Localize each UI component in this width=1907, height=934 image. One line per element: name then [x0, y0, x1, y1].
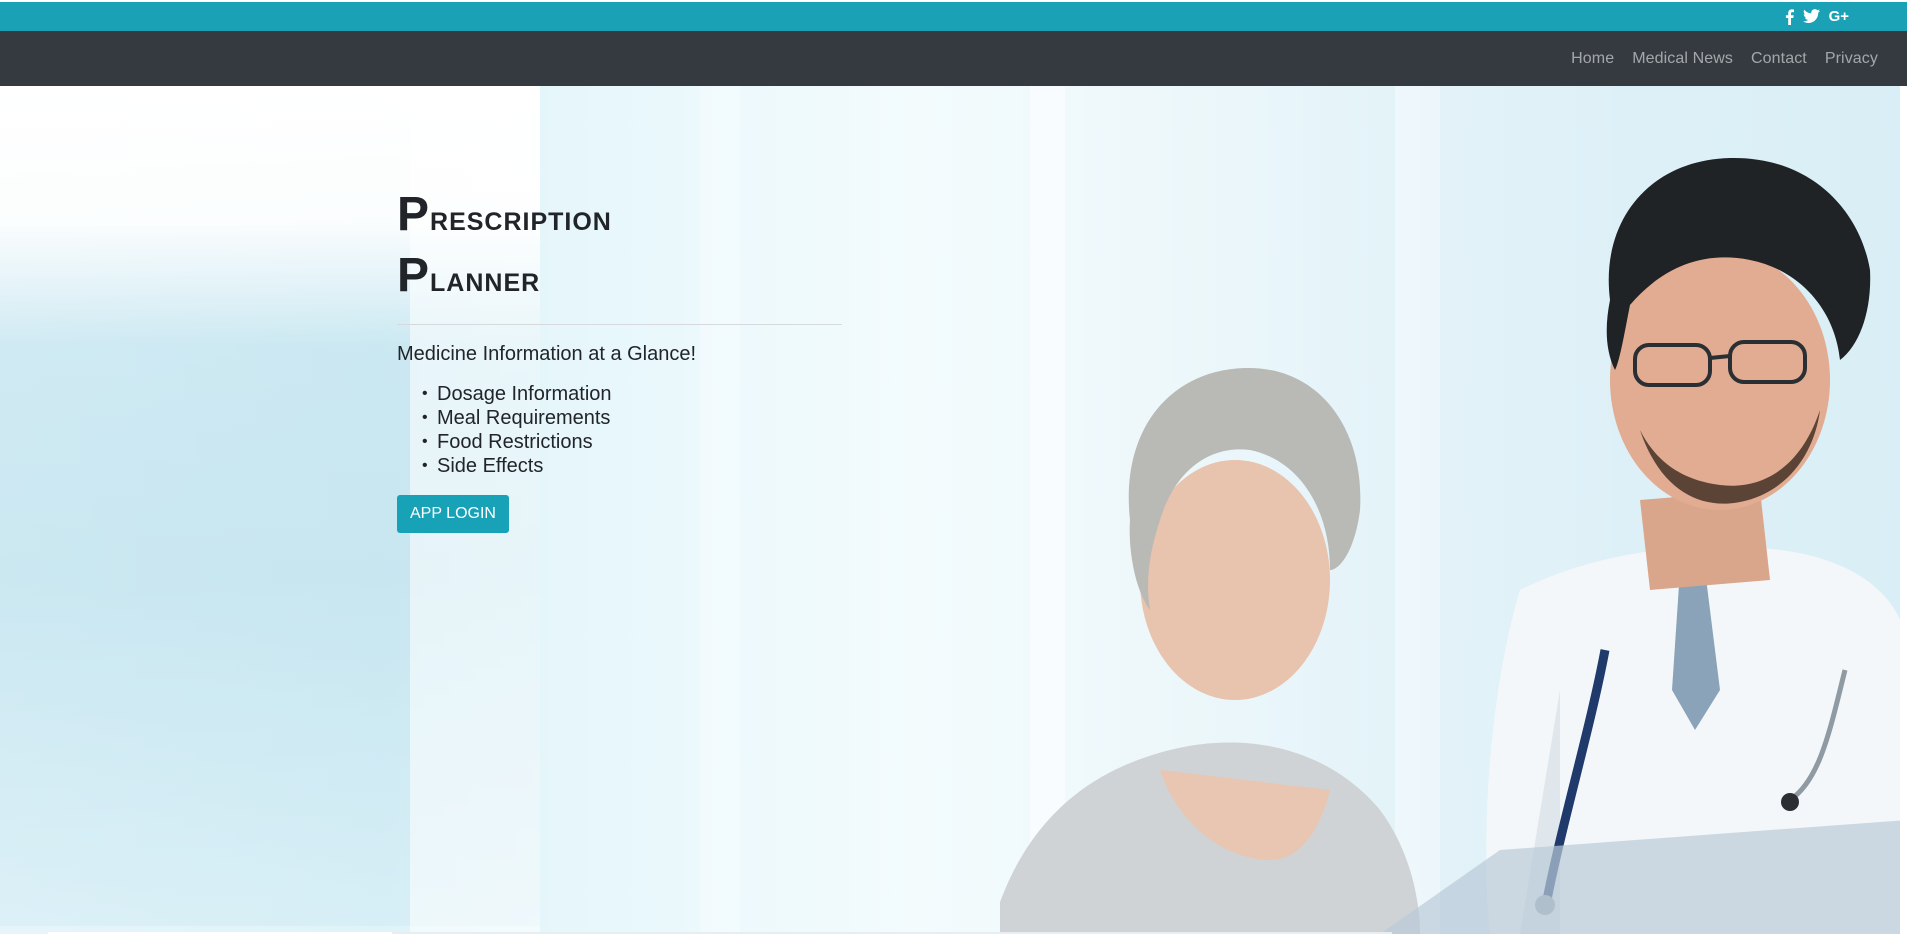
title-initial: P	[397, 249, 431, 302]
title-divider	[397, 324, 842, 325]
title-initial: P	[397, 188, 431, 241]
twitter-icon[interactable]	[1802, 9, 1820, 27]
google-plus-icon[interactable]: G+	[1829, 9, 1849, 27]
title-rest: rescription	[430, 197, 612, 238]
social-links: G+	[1785, 9, 1849, 27]
title-line-2: Planner	[397, 247, 842, 308]
feature-item: Food Restrictions	[422, 430, 842, 454]
right-edge	[1900, 86, 1907, 934]
page-title: Prescription Planner	[397, 186, 842, 308]
nav-medical-news[interactable]: Medical News	[1630, 50, 1735, 68]
title-rest: lanner	[430, 258, 541, 299]
doctor-patient-photo	[1000, 157, 1907, 934]
app-login-button[interactable]: APP LOGIN	[397, 495, 509, 533]
tagline: Medicine Information at a Glance!	[397, 343, 697, 365]
feature-item: Side Effects	[422, 454, 842, 478]
facebook-icon[interactable]	[1785, 9, 1794, 27]
nav-links: Home Medical News Contact Privacy	[1569, 31, 1880, 86]
nav-privacy[interactable]: Privacy	[1823, 50, 1880, 68]
feature-list: Dosage Information Meal Requirements Foo…	[397, 382, 842, 478]
title-line-1: Prescription	[397, 186, 842, 247]
top-strip: G+	[0, 0, 1907, 31]
feature-item: Dosage Information	[422, 382, 842, 406]
feature-item: Meal Requirements	[422, 406, 842, 430]
nav-home[interactable]: Home	[1569, 50, 1616, 68]
hero-content: Prescription Planner Medicine Informatio…	[397, 186, 842, 533]
landing-page: G+ Home Medical News Contact Privacy Pre…	[0, 0, 1907, 934]
nav-contact[interactable]: Contact	[1749, 50, 1809, 68]
navbar: Home Medical News Contact Privacy	[0, 31, 1907, 86]
